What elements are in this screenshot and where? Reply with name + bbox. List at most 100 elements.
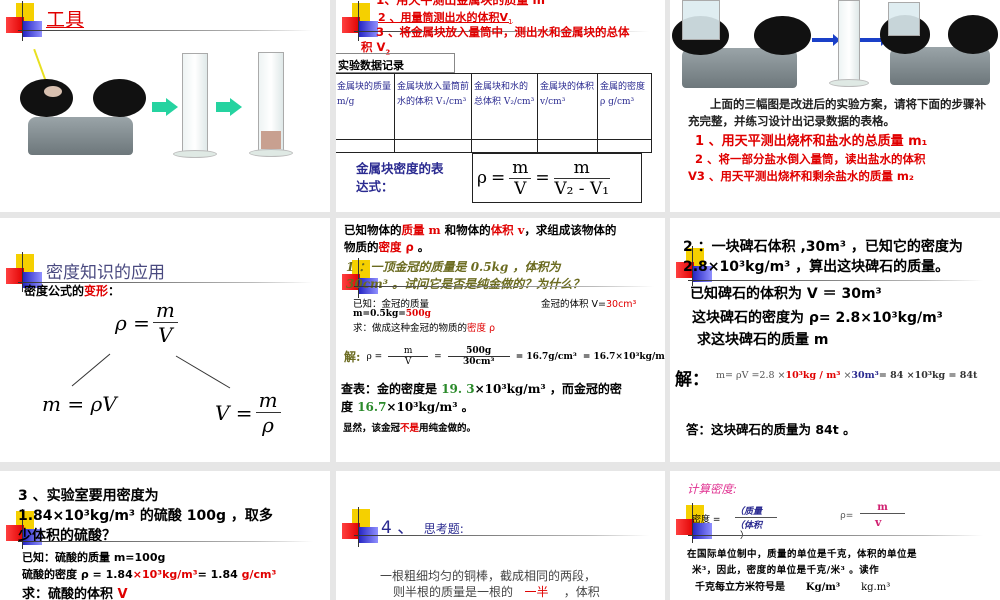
- value: 10³kg / m³: [785, 370, 841, 381]
- measuring-cylinder-image: [173, 53, 217, 158]
- text: m=0.5kg=: [353, 309, 406, 319]
- denominator-v: v: [875, 516, 882, 529]
- text: = 1.84: [197, 568, 242, 581]
- value: 30m³: [851, 370, 879, 381]
- value: 密度 ρ: [467, 323, 496, 334]
- numerator: m: [509, 158, 532, 179]
- equals: =: [491, 168, 506, 188]
- unit: Kg/m³: [805, 582, 841, 593]
- numerator: 500g: [447, 346, 510, 357]
- table-header-cell: 金属块的体积 v/cm³: [537, 73, 598, 140]
- highlight: 不是: [400, 423, 420, 434]
- table-cell[interactable]: [537, 139, 598, 153]
- given-density: 硫酸的密度 ρ = 1.84×10³kg/m³= 1.84 g/cm³: [22, 566, 276, 582]
- density-label: 密度 =: [692, 515, 721, 525]
- question-text: 少体积的硫酸？: [18, 528, 116, 544]
- value: 30cm³: [605, 299, 637, 310]
- text: 硫酸的密度 ρ = 1.84: [22, 568, 133, 581]
- step-2-label: 2 、用量筒测出水的体积V: [378, 11, 508, 24]
- slide-thumbnail-tools[interactable]: 工具: [0, 0, 330, 212]
- slide-thumbnail-calculate-density[interactable]: 计算密度: 密度 = （质量 （体积 ） ρ= m v 在国际单位制中，质量的单…: [670, 471, 1000, 600]
- step-3-cont-label: 积 V: [361, 40, 386, 54]
- value: V: [117, 587, 128, 600]
- formula-mass: m = ρV: [42, 392, 117, 416]
- balance-with-beaker-image: [880, 0, 998, 85]
- text: 则半根的质量是一根的: [393, 585, 514, 599]
- slide-thumbnail-thinking-question[interactable]: 4 、 思考题: 一根粗细均匀的铜棒，截成相同的两段， 则半根的质量是一根的 一…: [336, 471, 665, 600]
- table-cell[interactable]: [597, 139, 652, 153]
- table-cell[interactable]: [394, 139, 472, 153]
- text: 物质的: [344, 240, 379, 254]
- slide-thumbnail-gold-crown[interactable]: 已知物体的质量 m 和物体的体积 v，求组成该物体的 物质的密度 ρ 。 1 ：一…: [336, 218, 665, 462]
- text: 求：做成这种金冠的物质的: [353, 323, 468, 334]
- text: ×: [840, 370, 852, 381]
- formula-volume: V = m ρ: [215, 388, 281, 437]
- slide-thumbnail-density-application[interactable]: 密度知识的应用 密度公式的变形： ρ = m V m = ρV V = m ρ: [0, 218, 330, 462]
- denominator: ρ: [262, 413, 274, 437]
- solution-line: m= ρV =2.8 ×10³kg / m³ ×30m³= 84 ×10³kg …: [716, 370, 977, 381]
- value: 500g: [405, 309, 431, 319]
- slide-thumbnail-monument[interactable]: 2 ：一块碑石体积 ,30m³ ，已知它的密度为 2.8×10³kg/m³ ，算…: [670, 218, 1000, 462]
- data-table: 金属块的质量 m/g 金属块放入量筒前水的体积 V₁/cm³ 金属块和水的总体积…: [336, 73, 652, 153]
- table-header-cell: 金属的密度 ρ g/cm³: [597, 73, 652, 140]
- lookup-text: 查表：金的密度是 19. 3×10³kg/m³ ，而金冠的密度 16.7×10³…: [341, 380, 656, 416]
- given-text: 已知：金冠的质量: [353, 299, 430, 310]
- question-text: 2.8×10³kg/m³ ，算出这块碑石的质量。: [683, 259, 950, 275]
- given-text: 已知碑石的体积为 V ＝ 30m³: [690, 286, 882, 302]
- question-line: 一根粗细均匀的铜棒，截成相同的两段，: [380, 569, 597, 583]
- value: 19. 3: [441, 382, 475, 396]
- step-2-text: 2 、将一部分盐水倒入量筒，读出盐水的体积: [695, 152, 926, 166]
- table-cell[interactable]: [471, 139, 538, 153]
- question-line: 则半根的质量是一根的 一半 ，体积: [393, 583, 600, 600]
- text: 显然，该金冠: [343, 423, 401, 434]
- fraction: mV: [509, 158, 532, 199]
- question-text: 1.84×10³kg/m³ 的硫酸 100g ，取多: [18, 508, 273, 524]
- text: 度: [341, 400, 358, 414]
- fraction: mρ: [255, 388, 281, 437]
- balance-scale-image: [20, 70, 146, 155]
- text: 。: [413, 240, 430, 254]
- fraction: 500g 30cm³: [447, 346, 510, 367]
- result: = 16.7g/cm³: [515, 351, 577, 362]
- solution-label: 解：: [675, 370, 709, 390]
- slide-decoration-icon: [342, 1, 378, 41]
- equals: =: [535, 168, 550, 188]
- title-divider: [354, 286, 654, 287]
- value: g/cm³: [241, 568, 277, 581]
- numerator-mass: （质量: [735, 504, 777, 518]
- text: 和物体的: [440, 223, 491, 237]
- slide-thumbnail-saltwater[interactable]: 上面的三幅图是改进后的实验方案，请将下面的步骤补充完整，并练习设计出记录数据的表…: [670, 0, 1000, 212]
- title-divider: [688, 535, 983, 536]
- value: 16.7: [357, 400, 387, 414]
- text: ×10³kg/m³ 。: [386, 400, 474, 414]
- text: ×10³kg/m³ ，而金冠的密: [474, 382, 622, 396]
- title-divider: [18, 541, 313, 542]
- answer: 一半: [524, 585, 549, 599]
- denominator: 30cm³: [462, 357, 495, 367]
- paragraph-line: 在国际单位制中，质量的单位是千克，体积的单位是: [687, 549, 918, 560]
- value: ×10³kg/m³: [132, 568, 198, 581]
- slide-title: 工具: [46, 9, 85, 31]
- text: 千克每立方米符号是: [695, 582, 785, 593]
- text: 金冠的体积 V=: [541, 299, 606, 310]
- slide-thumbnail-experiment-table[interactable]: 1、用天平测出金属块的质量 m 2 、用量筒测出水的体积V1 3 、将金属块放入…: [336, 0, 665, 212]
- find-text: 求：硫酸的体积 V: [22, 583, 128, 600]
- question-text: 2 ：一块碑石体积 ,30m³ ，已知它的密度为: [683, 239, 963, 255]
- numerator-m: m: [860, 502, 905, 514]
- description-text: 上面的三幅图是改进后的实验方案，请将下面的步骤补充完整，并练习设计出记录数据的表…: [688, 97, 986, 128]
- numerator: m: [388, 346, 429, 357]
- title-text: 思考题:: [423, 522, 464, 536]
- title-divider: [354, 535, 649, 536]
- highlight: 质量 m: [401, 223, 441, 237]
- arrow-right-icon: [812, 34, 840, 46]
- text: ，体积: [563, 585, 600, 599]
- text: 查表：金的密度是: [341, 382, 442, 396]
- denominator: V: [404, 357, 412, 367]
- paragraph-line: 米³，因此，密度的单位是千克/米³ 。读作: [692, 565, 880, 576]
- solution-label: 解:: [344, 350, 361, 364]
- title-divider: [18, 30, 313, 31]
- step-3-text: V3 、用天平测出烧杯和剩余盐水的质量 m₂: [688, 169, 914, 183]
- table-cell[interactable]: [336, 139, 395, 153]
- text: 已知物体的: [344, 223, 402, 237]
- slide-thumbnail-sulfuric-acid[interactable]: 3 、实验室要用密度为 1.84×10³kg/m³ 的硫酸 100g ，取多 少…: [0, 471, 330, 600]
